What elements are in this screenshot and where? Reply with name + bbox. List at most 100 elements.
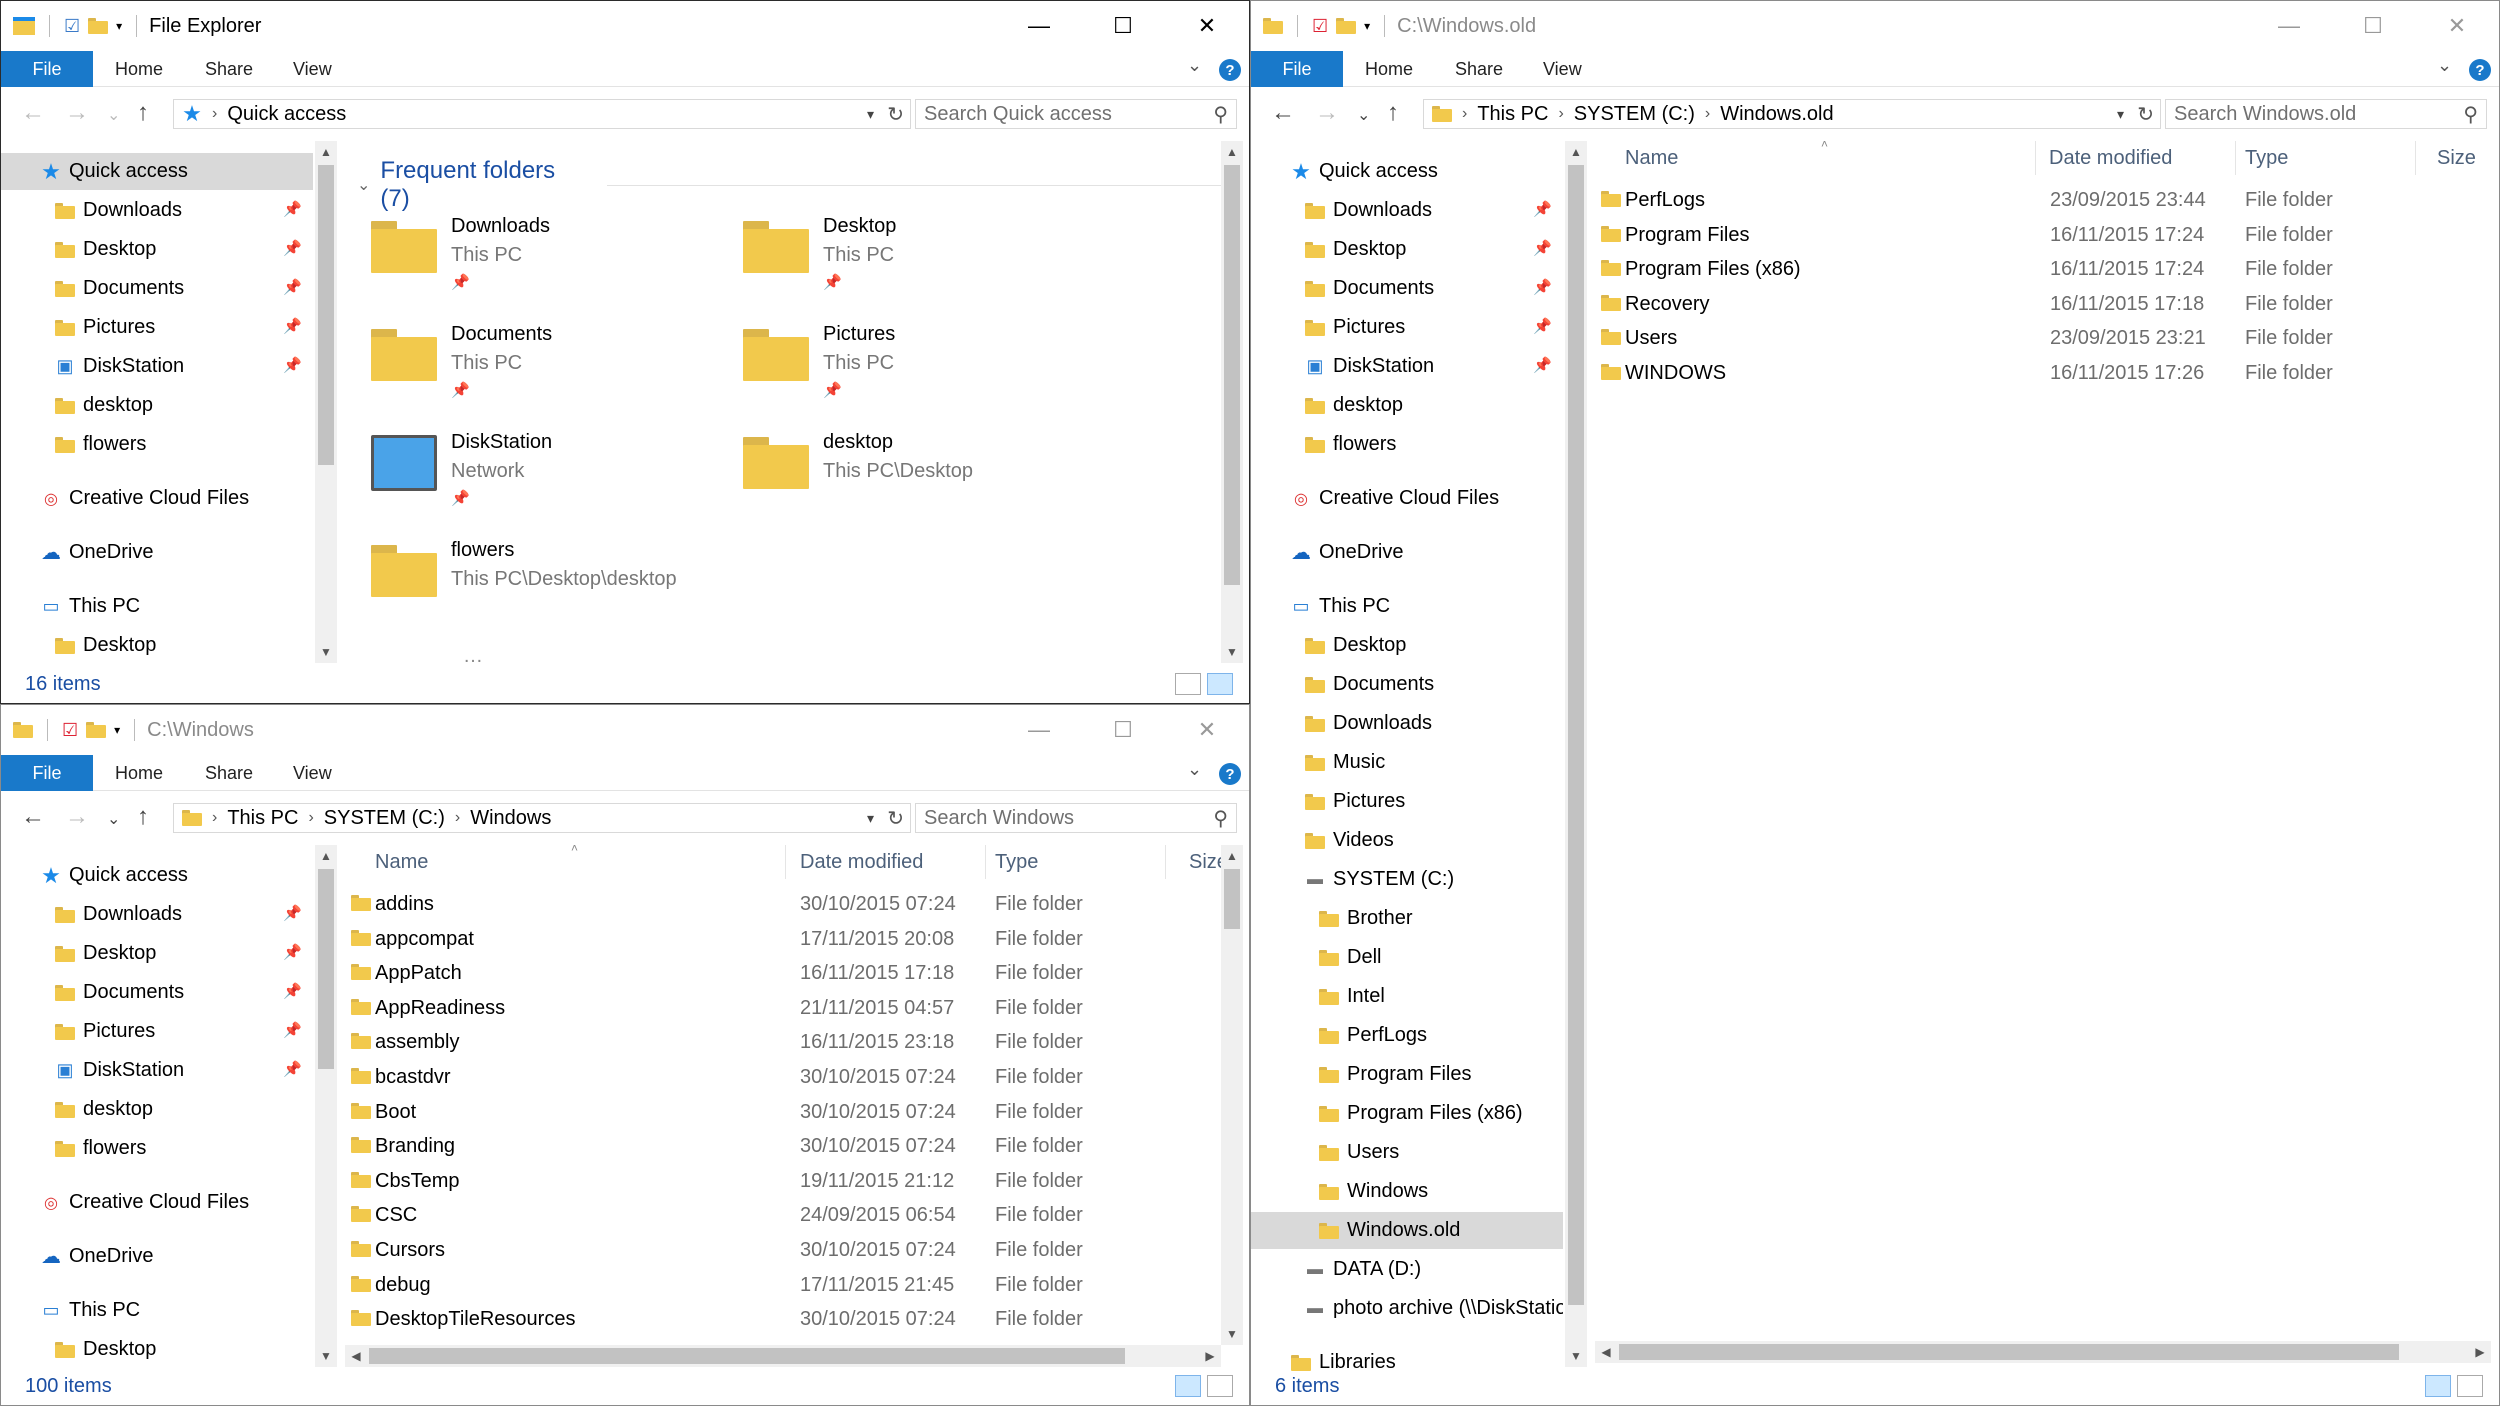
file-row[interactable]: Users 23/09/2015 23:21 File folder [1595,321,2475,356]
properties-icon[interactable]: ☑ [62,720,78,741]
scroll-thumb[interactable] [369,1348,1125,1364]
new-folder-icon[interactable] [1336,18,1357,34]
horizontal-scrollbar[interactable]: ◀ ▶ [345,1345,1221,1367]
help-icon[interactable]: ? [1219,763,1241,785]
nav-item-diskstation[interactable]: ▣ DiskStation 📌 [1,1052,313,1089]
column-type[interactable]: Type [995,851,1038,874]
file-row[interactable]: Branding 30/10/2015 07:24 File folder [345,1129,1221,1164]
breadcrumb-quick-access[interactable]: Quick access [227,103,346,126]
help-icon[interactable]: ? [1219,59,1241,81]
large-icons-view-icon[interactable] [1207,673,1233,695]
frequent-folder-tile[interactable]: Pictures This PC 📌 [743,323,1083,423]
qat-dropdown-icon[interactable]: ▾ [114,723,120,737]
scroll-up-arrow[interactable]: ▲ [1565,141,1587,163]
nav-item-downloads[interactable]: Downloads 📌 [1,896,313,933]
up-icon[interactable]: ↑ [1387,99,1399,127]
column-name[interactable]: Name [1625,147,1678,170]
nav-item-data-d[interactable]: ▬ DATA (D:) [1251,1251,1563,1288]
file-row[interactable]: assembly 16/11/2015 23:18 File folder [345,1025,1221,1060]
nav-item-videos[interactable]: Videos [1251,822,1563,859]
frequent-folder-tile[interactable]: Downloads This PC 📌 [371,215,711,315]
nav-scrollbar[interactable]: ▲ ▼ [1565,141,1587,1367]
nav-item-creative-cloud-files[interactable]: ◎ Creative Cloud Files [1251,480,1563,517]
nav-item-onedrive[interactable]: ☁ OneDrive [1,534,313,571]
nav-item-pictures[interactable]: Pictures [1251,783,1563,820]
tab-home[interactable]: Home [1365,51,1413,87]
address-dropdown-icon[interactable]: ▾ [2117,106,2124,123]
properties-icon[interactable]: ☑ [1312,16,1328,37]
file-row[interactable]: PerfLogs 23/09/2015 23:44 File folder [1595,183,2475,218]
nav-item-desktop[interactable]: Desktop 📌 [1,935,313,972]
scroll-thumb[interactable] [1619,1344,2399,1360]
scroll-up-arrow[interactable]: ▲ [1221,141,1243,163]
pin-icon[interactable]: 📌 [283,317,302,335]
nav-item-desktop[interactable]: desktop [1,387,313,424]
new-folder-icon[interactable] [88,18,109,34]
properties-icon[interactable]: ☑ [64,16,80,37]
tab-file[interactable]: File [1251,51,1343,87]
nav-item-windows-old[interactable]: Windows.old [1251,1212,1563,1249]
pin-icon[interactable]: 📌 [823,381,842,399]
nav-item-brother[interactable]: Brother [1251,900,1563,937]
pin-icon[interactable]: 📌 [1533,317,1552,335]
nav-item-windows[interactable]: Windows [1251,1173,1563,1210]
pin-icon[interactable]: 📌 [451,381,470,399]
tab-share[interactable]: Share [205,755,253,791]
file-row[interactable]: addins 30/10/2015 07:24 File folder [345,887,1221,922]
nav-item-music[interactable]: Music [1251,744,1563,781]
nav-item-downloads[interactable]: Downloads 📌 [1251,192,1563,229]
scroll-left-arrow[interactable]: ◀ [1595,1341,1617,1363]
qat-dropdown-icon[interactable]: ▾ [116,19,122,33]
pin-icon[interactable]: 📌 [823,273,842,291]
nav-item-documents[interactable]: Documents 📌 [1,974,313,1011]
tab-file[interactable]: File [1,51,93,87]
nav-item-desktop[interactable]: Desktop [1,627,313,664]
file-row[interactable]: AppReadiness 21/11/2015 04:57 File folder [345,991,1221,1026]
pin-icon[interactable]: 📌 [283,1021,302,1039]
breadcrumb-system-c[interactable]: SYSTEM (C:) [1574,103,1695,126]
address-dropdown-icon[interactable]: ▾ [867,810,874,827]
refresh-icon[interactable]: ↻ [887,806,904,831]
scroll-thumb[interactable] [1568,165,1584,1305]
nav-item-photo-archive-diskstatio[interactable]: ▬ photo archive (\\DiskStatio [1251,1290,1563,1327]
file-row[interactable]: Cursors 30/10/2015 07:24 File folder [345,1233,1221,1268]
details-view-icon[interactable] [1175,673,1201,695]
maximize-button[interactable]: ☐ [1081,1,1165,51]
file-row[interactable]: AppPatch 16/11/2015 17:18 File folder [345,956,1221,991]
pin-icon[interactable]: 📌 [1533,200,1552,218]
search-icon[interactable]: ⚲ [1213,806,1228,831]
scroll-up-arrow[interactable]: ▲ [315,141,337,163]
nav-item-desktop[interactable]: Desktop [1,1331,313,1367]
nav-item-desktop[interactable]: Desktop 📌 [1,231,313,268]
scroll-down-arrow[interactable]: ▼ [315,1345,337,1367]
horizontal-scrollbar[interactable]: ◀ ▶ [1595,1341,2491,1363]
nav-item-program-files[interactable]: Program Files [1251,1056,1563,1093]
search-input[interactable]: Search Windows [924,807,1074,830]
pin-icon[interactable]: 📌 [283,356,302,374]
column-date-modified[interactable]: Date modified [800,851,923,874]
search-box[interactable]: Search Windows.old ⚲ [2165,99,2487,129]
nav-item-users[interactable]: Users [1251,1134,1563,1171]
scroll-down-arrow[interactable]: ▼ [1221,641,1243,663]
address-dropdown-icon[interactable]: ▾ [867,106,874,123]
breadcrumb-windows[interactable]: Windows [470,807,551,830]
search-input[interactable]: Search Quick access [924,103,1112,126]
pin-icon[interactable]: 📌 [283,200,302,218]
nav-item-desktop[interactable]: desktop [1,1091,313,1128]
large-icons-view-icon[interactable] [1207,1375,1233,1397]
tab-view[interactable]: View [293,755,332,791]
scroll-thumb[interactable] [1224,869,1240,929]
scroll-down-arrow[interactable]: ▼ [1221,1323,1243,1345]
search-box[interactable]: Search Windows ⚲ [915,803,1237,833]
minimize-button[interactable]: — [997,1,1081,51]
breadcrumb-this-pc[interactable]: This PC [1477,103,1548,126]
forward-icon[interactable]: → [1315,99,1339,127]
scroll-right-arrow[interactable]: ▶ [1199,1345,1221,1367]
maximize-button[interactable]: ☐ [2331,1,2415,51]
forward-icon[interactable]: → [65,99,89,127]
scroll-thumb[interactable] [318,869,334,1069]
breadcrumb-this-pc[interactable]: This PC [227,807,298,830]
pin-icon[interactable]: 📌 [283,982,302,1000]
search-box[interactable]: Search Quick access ⚲ [915,99,1237,129]
details-view-icon[interactable] [1175,1375,1201,1397]
